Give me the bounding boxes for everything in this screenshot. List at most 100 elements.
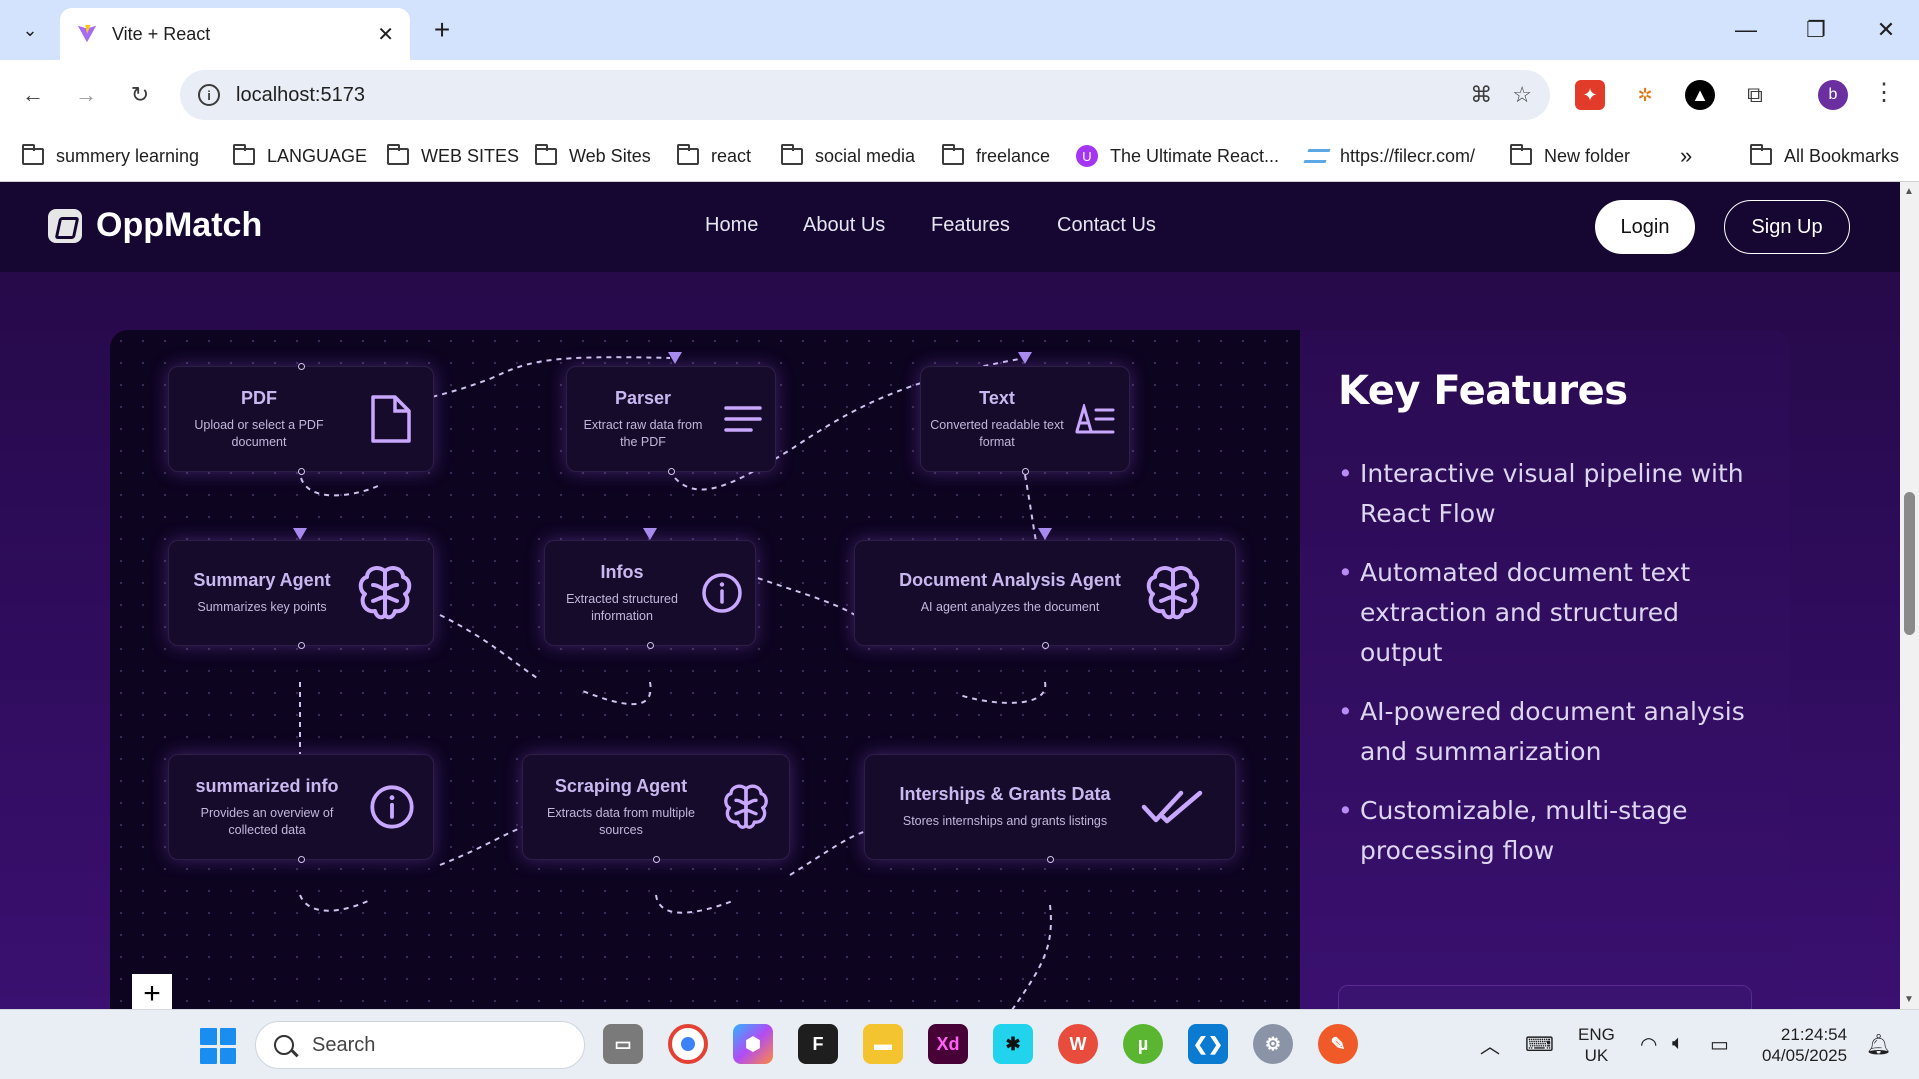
back-button[interactable]: ← — [15, 77, 51, 113]
site-info-icon[interactable]: i — [198, 84, 220, 106]
signup-button[interactable]: Sign Up — [1724, 200, 1850, 254]
bookmark-item[interactable]: react — [677, 140, 751, 172]
node-handle[interactable] — [1022, 468, 1029, 475]
flow-node-parser[interactable]: Parser Extract raw data from the PDF — [566, 366, 776, 475]
node-handle[interactable] — [1042, 642, 1049, 649]
profile-avatar[interactable]: b — [1818, 80, 1848, 110]
flow-node-text[interactable]: Text Converted readable text format — [920, 366, 1130, 475]
node-handle[interactable] — [653, 856, 660, 863]
folder-icon — [1750, 143, 1772, 165]
edge-infos-bottom — [579, 681, 652, 706]
zoom-in-button[interactable]: + — [132, 974, 172, 1009]
new-tab-button[interactable]: + — [424, 12, 460, 48]
bookmark-item[interactable]: https://filecr.com/ — [1303, 140, 1476, 172]
bookmark-item[interactable]: New folder — [1510, 140, 1630, 172]
back-arrow-icon: ← — [22, 82, 44, 107]
forward-button[interactable]: → — [68, 77, 104, 113]
browser-tab[interactable]: Vite + React ✕ — [60, 8, 410, 60]
language-indicator[interactable]: ENG UK — [1578, 1024, 1615, 1066]
node-handle[interactable] — [647, 642, 654, 649]
flow-node-scraping-agent[interactable]: Scraping Agent Extracts data from multipl… — [522, 754, 790, 863]
bookmark-item[interactable]: LANGUAGE — [233, 140, 367, 172]
bookmark-item[interactable]: freelance — [942, 140, 1050, 172]
restore-button[interactable]: ❐ — [1796, 10, 1836, 50]
login-button[interactable]: Login — [1595, 200, 1695, 254]
extensions-puzzle-icon[interactable]: ⧉ — [1740, 80, 1770, 110]
folder-icon — [387, 143, 409, 165]
node-handle[interactable] — [1047, 856, 1054, 863]
tab-search-button[interactable]: ⌄ — [12, 12, 48, 48]
snipping-icon[interactable]: ✱ — [993, 1024, 1033, 1064]
file-explorer-icon[interactable]: ▬ — [863, 1024, 903, 1064]
keyboard-icon[interactable]: ⌨ — [1525, 1032, 1554, 1057]
bookmarks-overflow-button[interactable]: » — [1680, 140, 1692, 172]
node-handle[interactable] — [298, 642, 305, 649]
address-bar[interactable]: i localhost:5173 ⌘ ☆ — [180, 70, 1550, 120]
flow-node-document-analysis-agent[interactable]: Document Analysis Agent AI agent analyzes… — [854, 540, 1236, 649]
node-handle[interactable] — [298, 856, 305, 863]
nav-about-us[interactable]: About Us — [803, 214, 885, 237]
logo-icon — [48, 208, 82, 243]
scroll-up-icon[interactable]: ▲ — [1904, 186, 1914, 197]
star-icon[interactable]: ☆ — [1512, 82, 1532, 108]
node-handle[interactable] — [668, 468, 675, 475]
minimize-button[interactable]: — — [1726, 10, 1766, 50]
translate-icon[interactable]: ⌘ — [1470, 82, 1492, 108]
flow-node-summarized-info[interactable]: summarized info Provides an overview of c… — [168, 754, 434, 863]
react-flow-canvas[interactable]: PDF Upload or select a PDF document Parse… — [110, 330, 1300, 1009]
windows-start-icon[interactable] — [200, 1028, 236, 1064]
figma-icon[interactable]: F — [798, 1024, 838, 1064]
postman-icon[interactable]: ✎ — [1318, 1024, 1358, 1064]
bookmark-item[interactable]: summery learning — [22, 140, 199, 172]
flow-node-pdf[interactable]: PDF Upload or select a PDF document — [168, 363, 434, 475]
extension-2-icon[interactable]: ✲ — [1630, 80, 1660, 110]
wps-icon[interactable]: W — [1058, 1024, 1098, 1064]
nav-home[interactable]: Home — [705, 214, 758, 237]
arrow-marker — [1038, 528, 1052, 540]
extension-1-icon[interactable]: ✦ — [1575, 80, 1605, 110]
utorrent-icon[interactable]: µ — [1123, 1024, 1163, 1064]
edge-summary-infos — [439, 614, 541, 681]
feature-item: Interactive visual pipeline with React F… — [1338, 454, 1768, 534]
flow-node-infos[interactable]: Infos Extracted structured information — [544, 540, 756, 649]
copilot-icon[interactable]: ⬢ — [733, 1024, 773, 1064]
flow-node-interships-grants[interactable]: Interships & Grants Data Stores internshi… — [864, 754, 1236, 863]
node-handle[interactable] — [298, 468, 305, 475]
site-logo[interactable]: OppMatch — [48, 206, 262, 245]
tray-chevron-up-icon[interactable]: ︿ — [1480, 1030, 1500, 1059]
volume-icon[interactable]: 🔈︎ — [1672, 1032, 1684, 1055]
adobe-xd-icon[interactable]: Xd — [928, 1024, 968, 1064]
page-scrollbar[interactable]: ▲ ▼ — [1900, 182, 1919, 1009]
close-tab-icon[interactable]: ✕ — [377, 22, 394, 47]
reload-button[interactable]: ↻ — [122, 77, 158, 113]
vscode-icon[interactable]: ❮❯ — [1188, 1024, 1228, 1064]
bookmark-item[interactable]: Web Sites — [535, 140, 651, 172]
clock[interactable]: 21:24:54 04/05/2025 — [1762, 1024, 1847, 1066]
close-window-button[interactable]: ✕ — [1866, 10, 1906, 50]
battery-icon[interactable]: ▭ — [1710, 1032, 1729, 1057]
notifications-bell-icon[interactable]: 🔔︎ — [1866, 1032, 1891, 1057]
settings-gear-icon[interactable]: ⚙ — [1253, 1024, 1293, 1064]
brain-icon — [358, 566, 412, 620]
scrollbar-thumb[interactable] — [1904, 492, 1915, 635]
browser-tab-strip: ⌄ Vite + React ✕ + — ❐ ✕ — [0, 0, 1919, 60]
clock-time: 21:24:54 — [1780, 1025, 1848, 1044]
chrome-icon[interactable] — [668, 1024, 708, 1064]
bookmark-label: https://filecr.com/ — [1340, 145, 1476, 166]
extension-3-icon[interactable]: ▲ — [1685, 80, 1715, 110]
nav-contact-us[interactable]: Contact Us — [1057, 214, 1156, 237]
scroll-down-icon[interactable]: ▼ — [1904, 994, 1914, 1005]
logo-text: OppMatch — [96, 206, 263, 244]
taskbar-search[interactable]: Search — [255, 1021, 585, 1069]
bookmark-item[interactable]: WEB SITES — [387, 140, 519, 172]
bookmark-item[interactable]: U The Ultimate React... — [1076, 140, 1279, 172]
all-bookmarks-button[interactable]: All Bookmarks — [1750, 140, 1899, 172]
nav-features[interactable]: Features — [931, 214, 1010, 237]
flow-node-summary-agent[interactable]: Summary Agent Summarizes key points — [168, 540, 434, 649]
browser-menu-icon[interactable]: ⋮ — [1872, 78, 1896, 107]
node-title: Text — [979, 387, 1015, 408]
bookmark-item[interactable]: social media — [781, 140, 915, 172]
task-view-icon[interactable]: ▭ — [603, 1024, 643, 1064]
wifi-icon[interactable]: ◠ — [1640, 1032, 1657, 1057]
node-handle[interactable] — [298, 363, 305, 370]
